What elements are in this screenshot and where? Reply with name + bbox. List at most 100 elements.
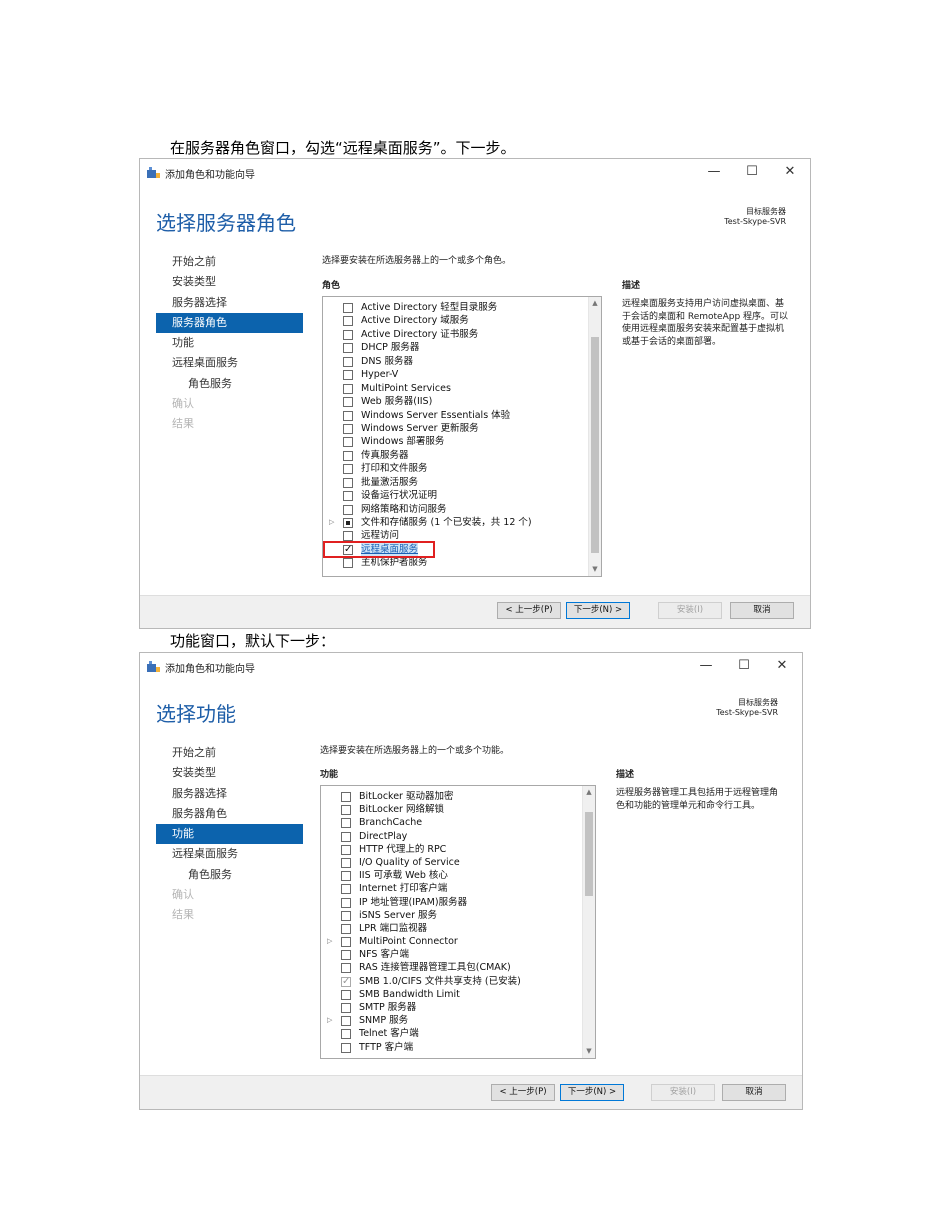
list-item[interactable]: ▷ MultiPoint Connector: [321, 935, 583, 948]
list-item[interactable]: I/O Quality of Service: [321, 856, 583, 869]
list-item[interactable]: MultiPoint Services: [323, 382, 589, 395]
scroll-thumb[interactable]: [585, 812, 593, 896]
nav-item[interactable]: 远程桌面服务: [156, 353, 303, 373]
features-scrollbar[interactable]: ▲ ▼: [582, 786, 595, 1058]
checkbox[interactable]: [341, 963, 351, 974]
list-item[interactable]: SMB Bandwidth Limit: [321, 988, 583, 1001]
list-item[interactable]: ▷ SNMP 服务: [321, 1014, 583, 1027]
checkbox[interactable]: [343, 477, 353, 488]
checkbox[interactable]: [343, 450, 353, 461]
nav-item[interactable]: 结果: [156, 414, 303, 434]
list-item[interactable]: Windows Server 更新服务: [323, 422, 589, 435]
checkbox[interactable]: [343, 303, 353, 313]
list-item[interactable]: LPR 端口监视器: [321, 922, 583, 935]
checkbox[interactable]: [341, 805, 351, 816]
scroll-down-icon[interactable]: ▼: [583, 1045, 595, 1058]
list-item[interactable]: Active Directory 证书服务: [323, 328, 589, 341]
list-item[interactable]: Telnet 客户端: [321, 1027, 583, 1040]
nav-item[interactable]: 开始之前: [156, 743, 303, 763]
list-item[interactable]: Windows Server Essentials 体验: [323, 409, 589, 422]
checkbox[interactable]: [343, 464, 353, 475]
nav-item[interactable]: 安装类型: [156, 272, 303, 292]
checkbox[interactable]: [341, 1029, 351, 1040]
list-item[interactable]: 传真服务器: [323, 449, 589, 462]
list-item[interactable]: Web 服务器(IIS): [323, 395, 589, 408]
checkbox[interactable]: [341, 844, 351, 855]
checkbox[interactable]: [341, 831, 351, 842]
next-button[interactable]: 下一步(N) >: [566, 602, 630, 619]
checkbox[interactable]: [343, 397, 353, 408]
nav-item[interactable]: 确认: [156, 885, 303, 905]
checkbox[interactable]: [343, 316, 353, 327]
nav-item[interactable]: 服务器角色: [156, 312, 303, 334]
checkbox[interactable]: [341, 910, 351, 921]
checkbox[interactable]: [341, 1003, 351, 1013]
roles-listbox[interactable]: Active Directory 轻型目录服务 Active Directory …: [322, 296, 602, 577]
list-item[interactable]: DHCP 服务器: [323, 341, 589, 354]
checkbox[interactable]: [343, 410, 353, 421]
nav-item[interactable]: 服务器选择: [156, 784, 303, 804]
install-button[interactable]: 安装(I): [651, 1084, 715, 1101]
checkbox[interactable]: [341, 937, 351, 948]
nav-item[interactable]: 结果: [156, 905, 303, 925]
checkbox[interactable]: [341, 857, 351, 868]
list-item[interactable]: 主机保护者服务: [323, 556, 589, 569]
minimize-button[interactable]: —: [692, 656, 720, 676]
checkbox[interactable]: [343, 437, 353, 448]
scroll-down-icon[interactable]: ▼: [589, 563, 601, 576]
list-item[interactable]: ▷ 文件和存储服务 (1 个已安装，共 12 个): [323, 516, 589, 529]
list-item[interactable]: Windows 部署服务: [323, 435, 589, 448]
checkbox[interactable]: [341, 989, 351, 1000]
features-listbox[interactable]: BitLocker 驱动器加密 BitLocker 网络解锁 BranchCache…: [320, 785, 596, 1059]
nav-item[interactable]: 角色服务: [156, 865, 303, 885]
checkbox[interactable]: [343, 423, 353, 434]
checkbox[interactable]: [341, 1042, 351, 1053]
list-item[interactable]: Internet 打印客户端: [321, 882, 583, 895]
cancel-button[interactable]: 取消: [722, 1084, 786, 1101]
checkbox[interactable]: [341, 897, 351, 908]
checkbox[interactable]: [341, 950, 351, 961]
nav-item[interactable]: 开始之前: [156, 252, 303, 272]
checkbox[interactable]: [343, 370, 353, 381]
minimize-button[interactable]: —: [700, 162, 728, 182]
checkbox[interactable]: [343, 491, 353, 502]
list-item[interactable]: TFTP 客户端: [321, 1041, 583, 1054]
checkbox[interactable]: [341, 792, 351, 802]
checkbox[interactable]: [343, 356, 353, 367]
nav-item[interactable]: 功能: [156, 333, 303, 353]
list-item[interactable]: iSNS Server 服务: [321, 909, 583, 922]
list-item[interactable]: DNS 服务器: [323, 355, 589, 368]
list-item[interactable]: SMB 1.0/CIFS 文件共享支持 (已安装): [321, 975, 583, 988]
scroll-up-icon[interactable]: ▲: [583, 786, 595, 799]
list-item[interactable]: SMTP 服务器: [321, 1001, 583, 1014]
checkbox[interactable]: [341, 884, 351, 895]
checkbox[interactable]: [343, 343, 353, 354]
next-button[interactable]: 下一步(N) >: [560, 1084, 624, 1101]
list-item[interactable]: 批量激活服务: [323, 476, 589, 489]
checkbox[interactable]: [341, 923, 351, 934]
nav-item[interactable]: 角色服务: [156, 374, 303, 394]
scroll-thumb[interactable]: [591, 337, 599, 553]
list-item[interactable]: RAS 连接管理器管理工具包(CMAK): [321, 961, 583, 974]
expand-arrow-icon[interactable]: ▷: [329, 516, 334, 529]
nav-item[interactable]: 功能: [156, 824, 303, 845]
roles-scrollbar[interactable]: ▲ ▼: [588, 297, 601, 576]
checkbox[interactable]: [343, 329, 353, 340]
list-item[interactable]: Active Directory 轻型目录服务: [323, 301, 589, 314]
checkbox[interactable]: [341, 871, 351, 882]
close-button[interactable]: ✕: [776, 162, 804, 182]
list-item[interactable]: BitLocker 网络解锁: [321, 803, 583, 816]
install-button[interactable]: 安装(I): [658, 602, 722, 619]
list-item[interactable]: IP 地址管理(IPAM)服务器: [321, 896, 583, 909]
nav-item[interactable]: 确认: [156, 394, 303, 414]
list-item[interactable]: 网络策略和访问服务: [323, 503, 589, 516]
nav-item[interactable]: 安装类型: [156, 763, 303, 783]
checkbox[interactable]: [343, 558, 353, 569]
checkbox[interactable]: [343, 383, 353, 394]
list-item[interactable]: IIS 可承载 Web 核心: [321, 869, 583, 882]
list-item[interactable]: 设备运行状况证明: [323, 489, 589, 502]
nav-item[interactable]: 服务器角色: [156, 804, 303, 824]
list-item[interactable]: HTTP 代理上的 RPC: [321, 843, 583, 856]
expand-arrow-icon[interactable]: ▷: [327, 935, 332, 948]
maximize-button[interactable]: ☐: [738, 162, 766, 182]
